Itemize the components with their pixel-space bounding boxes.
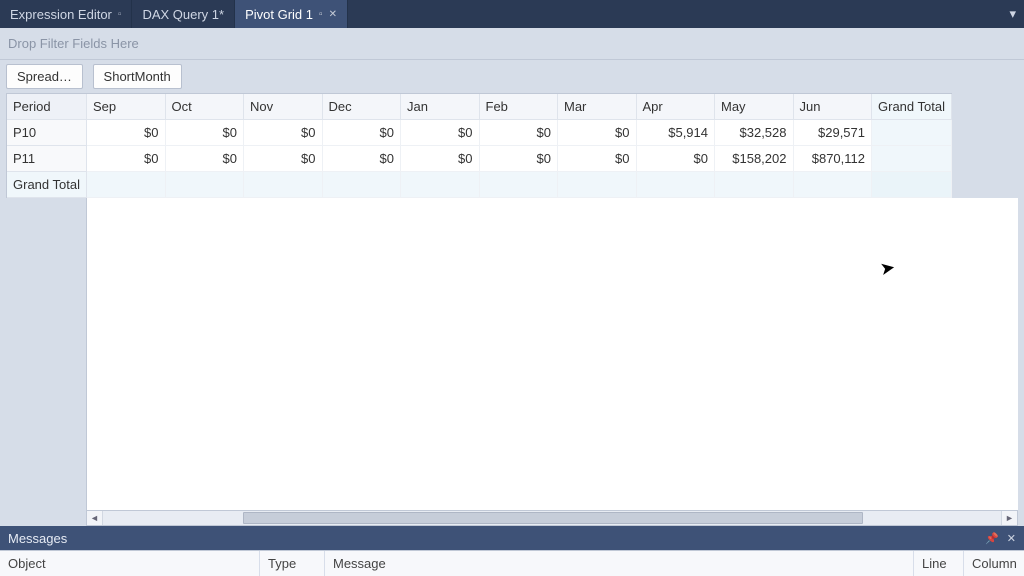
scroll-right-button[interactable]: ► (1001, 511, 1017, 525)
grand-total-row-cell[interactable] (166, 172, 245, 198)
scroll-left-button[interactable]: ◄ (87, 511, 103, 525)
close-icon[interactable]: ✕ (1007, 532, 1016, 545)
messages-col-message[interactable]: Message (325, 551, 914, 576)
data-cell[interactable]: $0 (480, 146, 559, 172)
col-header[interactable]: Apr (637, 94, 716, 120)
tab-label: DAX Query 1* (142, 7, 224, 22)
messages-col-object[interactable]: Object (0, 551, 260, 576)
messages-title: Messages (8, 531, 67, 546)
data-cell[interactable]: $0 (87, 120, 166, 146)
grand-total-row-cell[interactable] (480, 172, 559, 198)
grand-total-row-header[interactable]: Grand Total (7, 172, 87, 198)
tab-dax-query[interactable]: DAX Query 1* (132, 0, 235, 28)
grid-empty-area (6, 198, 1018, 510)
grand-total-row-cell[interactable] (794, 172, 873, 198)
data-cell[interactable]: $0 (244, 146, 323, 172)
data-cell[interactable]: $0 (637, 146, 716, 172)
scroll-track[interactable] (103, 511, 1001, 525)
data-cell[interactable]: $870,112 (794, 146, 873, 172)
data-cell[interactable]: $29,571 (794, 120, 873, 146)
tab-overflow-dropdown[interactable]: ▾ (1001, 0, 1024, 28)
data-cell[interactable]: $0 (166, 146, 245, 172)
col-header[interactable]: Dec (323, 94, 402, 120)
data-cell[interactable]: $0 (166, 120, 245, 146)
data-cell[interactable]: $0 (480, 120, 559, 146)
grand-total-row-cell[interactable] (87, 172, 166, 198)
horizontal-scrollbar[interactable]: ◄ ► (86, 510, 1018, 526)
data-cell[interactable]: $0 (558, 146, 637, 172)
grand-total-row-cell[interactable] (715, 172, 794, 198)
messages-col-line[interactable]: Line (914, 551, 964, 576)
chevron-down-icon: ▾ (1009, 6, 1016, 22)
col-header[interactable]: Oct (166, 94, 245, 120)
col-header[interactable]: Feb (480, 94, 559, 120)
tab-label: Expression Editor (10, 7, 112, 22)
messages-panel-header[interactable]: Messages 📌 ✕ (0, 526, 1024, 550)
grand-total-row-cell[interactable] (401, 172, 480, 198)
tab-bar: Expression Editor ▫ DAX Query 1* Pivot G… (0, 0, 1024, 28)
col-header[interactable]: Nov (244, 94, 323, 120)
grand-total-row-cell[interactable] (637, 172, 716, 198)
scroll-thumb[interactable] (243, 512, 863, 524)
grand-total-col-header[interactable]: Grand Total (872, 94, 952, 120)
data-cell[interactable]: $0 (323, 120, 402, 146)
tab-expression-editor[interactable]: Expression Editor ▫ (0, 0, 132, 28)
data-cell[interactable]: $32,528 (715, 120, 794, 146)
messages-columns: Object Type Message Line Column (0, 550, 1024, 576)
column-field-chip[interactable]: ShortMonth (93, 64, 182, 89)
row-field-header[interactable]: Period (7, 94, 87, 120)
grand-total-row-cell[interactable] (323, 172, 402, 198)
col-header[interactable]: Jan (401, 94, 480, 120)
data-field-chip[interactable]: Spread… (6, 64, 83, 89)
filter-placeholder: Drop Filter Fields Here (8, 36, 139, 51)
col-header[interactable]: May (715, 94, 794, 120)
row-header[interactable]: P10 (7, 120, 87, 146)
data-cell[interactable]: $0 (401, 146, 480, 172)
grand-total-cell[interactable] (872, 146, 952, 172)
messages-col-column[interactable]: Column (964, 551, 1024, 576)
col-header[interactable]: Mar (558, 94, 637, 120)
tab-pivot-grid[interactable]: Pivot Grid 1 ▫ ✕ (235, 0, 348, 28)
field-header-area: Spread… ShortMonth (0, 60, 1024, 93)
col-header[interactable]: Jun (794, 94, 873, 120)
row-header[interactable]: P11 (7, 146, 87, 172)
pin-icon[interactable]: ▫ (118, 9, 122, 20)
data-cell[interactable]: $158,202 (715, 146, 794, 172)
data-cell[interactable]: $5,914 (637, 120, 716, 146)
data-cell[interactable]: $0 (87, 146, 166, 172)
grand-total-cell[interactable] (872, 120, 952, 146)
pin-icon[interactable]: ▫ (319, 9, 323, 20)
tab-label: Pivot Grid 1 (245, 7, 313, 22)
grand-total-row-cell[interactable] (558, 172, 637, 198)
filter-drop-area[interactable]: Drop Filter Fields Here (0, 28, 1024, 60)
messages-col-type[interactable]: Type (260, 551, 325, 576)
data-cell[interactable]: $0 (401, 120, 480, 146)
pivot-grid-area: Period Sep Oct Nov Dec Jan Feb Mar Apr M… (0, 93, 1024, 526)
data-cell[interactable]: $0 (323, 146, 402, 172)
col-header[interactable]: Sep (87, 94, 166, 120)
grand-total-corner-cell[interactable] (872, 172, 952, 198)
pivot-grid: Period Sep Oct Nov Dec Jan Feb Mar Apr M… (6, 93, 952, 198)
close-icon[interactable]: ✕ (329, 9, 337, 20)
data-cell[interactable]: $0 (558, 120, 637, 146)
grand-total-row-cell[interactable] (244, 172, 323, 198)
pin-icon[interactable]: 📌 (985, 532, 999, 545)
data-cell[interactable]: $0 (244, 120, 323, 146)
